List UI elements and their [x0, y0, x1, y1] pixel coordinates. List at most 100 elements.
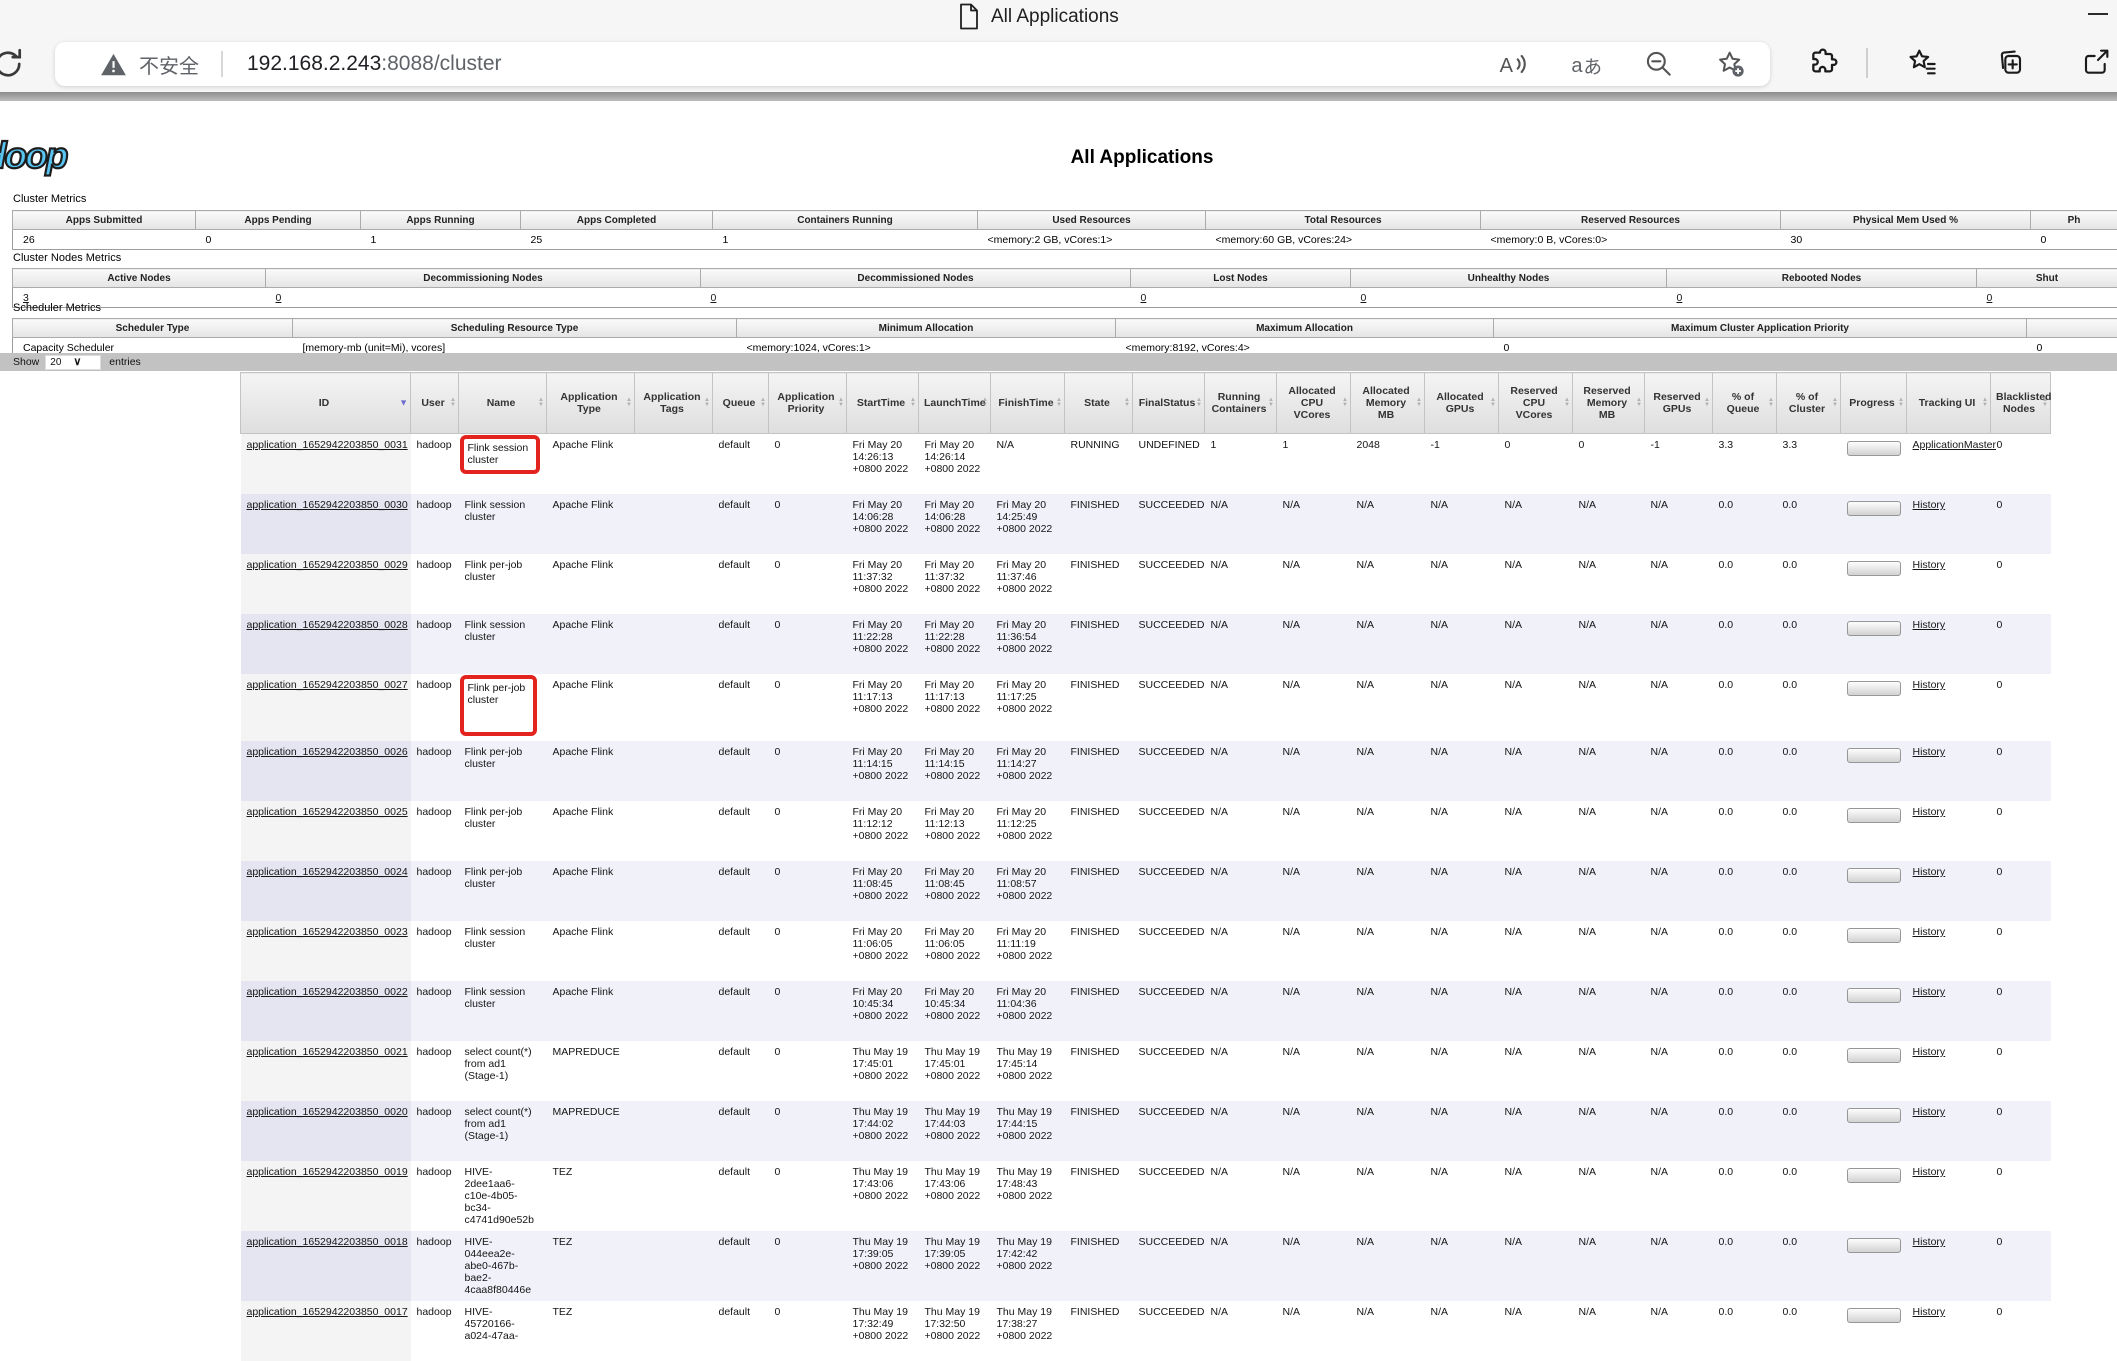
cell: Apache Flink: [547, 614, 635, 674]
column-header-progress[interactable]: Progress: [1841, 373, 1907, 434]
column-header-starttime[interactable]: StartTime: [847, 373, 919, 434]
tracking-link[interactable]: History: [1913, 1306, 1946, 1318]
column-header-launchtime[interactable]: LaunchTime: [919, 373, 991, 434]
cell: N/A: [1205, 801, 1277, 861]
column-header-application-type[interactable]: Application Type: [547, 373, 635, 434]
address-bar[interactable]: 不安全 192.168.2.243:8088/cluster A a あ: [55, 42, 1770, 86]
app-id-link[interactable]: application_1652942203850_0028: [247, 619, 408, 631]
app-id-link[interactable]: application_1652942203850_0026: [247, 746, 408, 758]
app-id-link[interactable]: application_1652942203850_0027: [247, 679, 408, 691]
show-entries-select[interactable]: 20 ∨: [45, 355, 101, 370]
browser-tab[interactable]: All Applications: [958, 3, 1119, 30]
app-id-cell: application_1652942203850_0030: [241, 494, 411, 554]
progress-bar: [1847, 988, 1901, 1003]
favorites-icon[interactable]: [1906, 46, 1938, 78]
table-row: application_1652942203850_0030hadoopFlin…: [241, 494, 2051, 554]
app-id-link[interactable]: application_1652942203850_0019: [247, 1166, 408, 1178]
app-id-link[interactable]: application_1652942203850_0018: [247, 1236, 408, 1248]
column-header-finalstatus[interactable]: FinalStatus: [1133, 373, 1205, 434]
tracking-link[interactable]: ApplicationMaster: [1913, 439, 1996, 451]
security-label[interactable]: 不安全: [139, 50, 199, 79]
reload-icon[interactable]: [0, 46, 26, 82]
column-header-blacklisted-nodes[interactable]: Blacklisted Nodes: [1991, 373, 2051, 434]
metric-value-link[interactable]: 0: [1141, 292, 1147, 304]
cell: N/A: [1645, 1301, 1713, 1361]
cell: N/A: [1205, 1041, 1277, 1101]
column-header-application-priority[interactable]: Application Priority: [769, 373, 847, 434]
share-icon[interactable]: [2080, 46, 2112, 78]
tracking-link[interactable]: History: [1913, 986, 1946, 998]
column-header-allocated-cpu-vcores[interactable]: Allocated CPU VCores: [1277, 373, 1351, 434]
metric-header: [2027, 319, 2117, 338]
cell: N/A: [1205, 1301, 1277, 1361]
column-header-%-of-cluster[interactable]: % of Cluster: [1777, 373, 1841, 434]
window-minimize-button[interactable]: [2088, 13, 2108, 15]
app-id-link[interactable]: application_1652942203850_0021: [247, 1046, 408, 1058]
cell: Fri May 20 11:14:27 +0800 2022: [991, 741, 1065, 801]
app-id-link[interactable]: application_1652942203850_0025: [247, 806, 408, 818]
cell: Fri May 20 11:22:28 +0800 2022: [919, 614, 991, 674]
app-id-link[interactable]: application_1652942203850_0031: [247, 439, 408, 451]
tracking-link[interactable]: History: [1913, 926, 1946, 938]
url-text[interactable]: 192.168.2.243:8088/cluster: [247, 52, 502, 76]
column-header-state[interactable]: State: [1065, 373, 1133, 434]
column-header-queue[interactable]: Queue: [713, 373, 769, 434]
extensions-icon[interactable]: [1808, 46, 1840, 78]
tracking-link[interactable]: History: [1913, 866, 1946, 878]
tracking-link[interactable]: History: [1913, 806, 1946, 818]
cell: default: [713, 554, 769, 614]
column-header-finishtime[interactable]: FinishTime: [991, 373, 1065, 434]
app-id-link[interactable]: application_1652942203850_0020: [247, 1106, 408, 1118]
column-header-name[interactable]: Name: [459, 373, 547, 434]
cell: N/A: [1277, 494, 1351, 554]
tracking-link[interactable]: History: [1913, 679, 1946, 691]
tracking-link[interactable]: History: [1913, 1236, 1946, 1248]
app-id-link[interactable]: application_1652942203850_0030: [247, 499, 408, 511]
column-header-reserved-gpus[interactable]: Reserved GPUs: [1645, 373, 1713, 434]
progress-cell: [1841, 1041, 1907, 1101]
tracking-link[interactable]: History: [1913, 559, 1946, 571]
cell: 2048: [1351, 434, 1425, 495]
column-header-allocated-memory-mb[interactable]: Allocated Memory MB: [1351, 373, 1425, 434]
tracking-link[interactable]: History: [1913, 1106, 1946, 1118]
app-id-link[interactable]: application_1652942203850_0022: [247, 986, 408, 998]
metric-value-link[interactable]: 0: [711, 292, 717, 304]
column-header-running-containers[interactable]: Running Containers: [1205, 373, 1277, 434]
column-header-user[interactable]: User: [411, 373, 459, 434]
column-header-id[interactable]: ID: [241, 373, 411, 434]
column-header-application-tags[interactable]: Application Tags: [635, 373, 713, 434]
column-header-reserved-cpu-vcores[interactable]: Reserved CPU VCores: [1499, 373, 1573, 434]
cell: Fri May 20 11:37:32 +0800 2022: [919, 554, 991, 614]
app-id-link[interactable]: application_1652942203850_0017: [247, 1306, 408, 1318]
column-header-reserved-memory-mb[interactable]: Reserved Memory MB: [1573, 373, 1645, 434]
tracking-link[interactable]: History: [1913, 619, 1946, 631]
cell: Fri May 20 11:22:28 +0800 2022: [847, 614, 919, 674]
add-favorite-icon[interactable]: [1715, 48, 1747, 80]
tracking-link[interactable]: History: [1913, 499, 1946, 511]
zoom-out-icon[interactable]: [1643, 48, 1675, 80]
column-header-allocated-gpus[interactable]: Allocated GPUs: [1425, 373, 1499, 434]
cell: SUCCEEDED: [1133, 741, 1205, 801]
metric-value-link[interactable]: 0: [1987, 292, 1993, 304]
read-aloud-icon[interactable]: A: [1497, 48, 1529, 80]
column-header-tracking-ui[interactable]: Tracking UI: [1907, 373, 1991, 434]
cell: N/A: [1645, 674, 1713, 741]
app-id-link[interactable]: application_1652942203850_0029: [247, 559, 408, 571]
app-id-link[interactable]: application_1652942203850_0023: [247, 926, 408, 938]
tracking-link[interactable]: History: [1913, 746, 1946, 758]
cell: 0: [769, 1041, 847, 1101]
show-entries-suffix: entries: [109, 356, 141, 368]
collections-icon[interactable]: [1994, 46, 2026, 78]
cell: 0.0: [1713, 1041, 1777, 1101]
column-header-%-of-queue[interactable]: % of Queue: [1713, 373, 1777, 434]
tracking-link[interactable]: History: [1913, 1046, 1946, 1058]
metric-value-link[interactable]: 0: [276, 292, 282, 304]
cell: Fri May 20 11:08:45 +0800 2022: [847, 861, 919, 921]
cell: N/A: [1573, 861, 1645, 921]
app-id-link[interactable]: application_1652942203850_0024: [247, 866, 408, 878]
metric-value-link[interactable]: 0: [1361, 292, 1367, 304]
cell: [635, 1041, 713, 1101]
translate-icon[interactable]: a あ: [1570, 48, 1602, 80]
tracking-link[interactable]: History: [1913, 1166, 1946, 1178]
metric-value-link[interactable]: 0: [1677, 292, 1683, 304]
